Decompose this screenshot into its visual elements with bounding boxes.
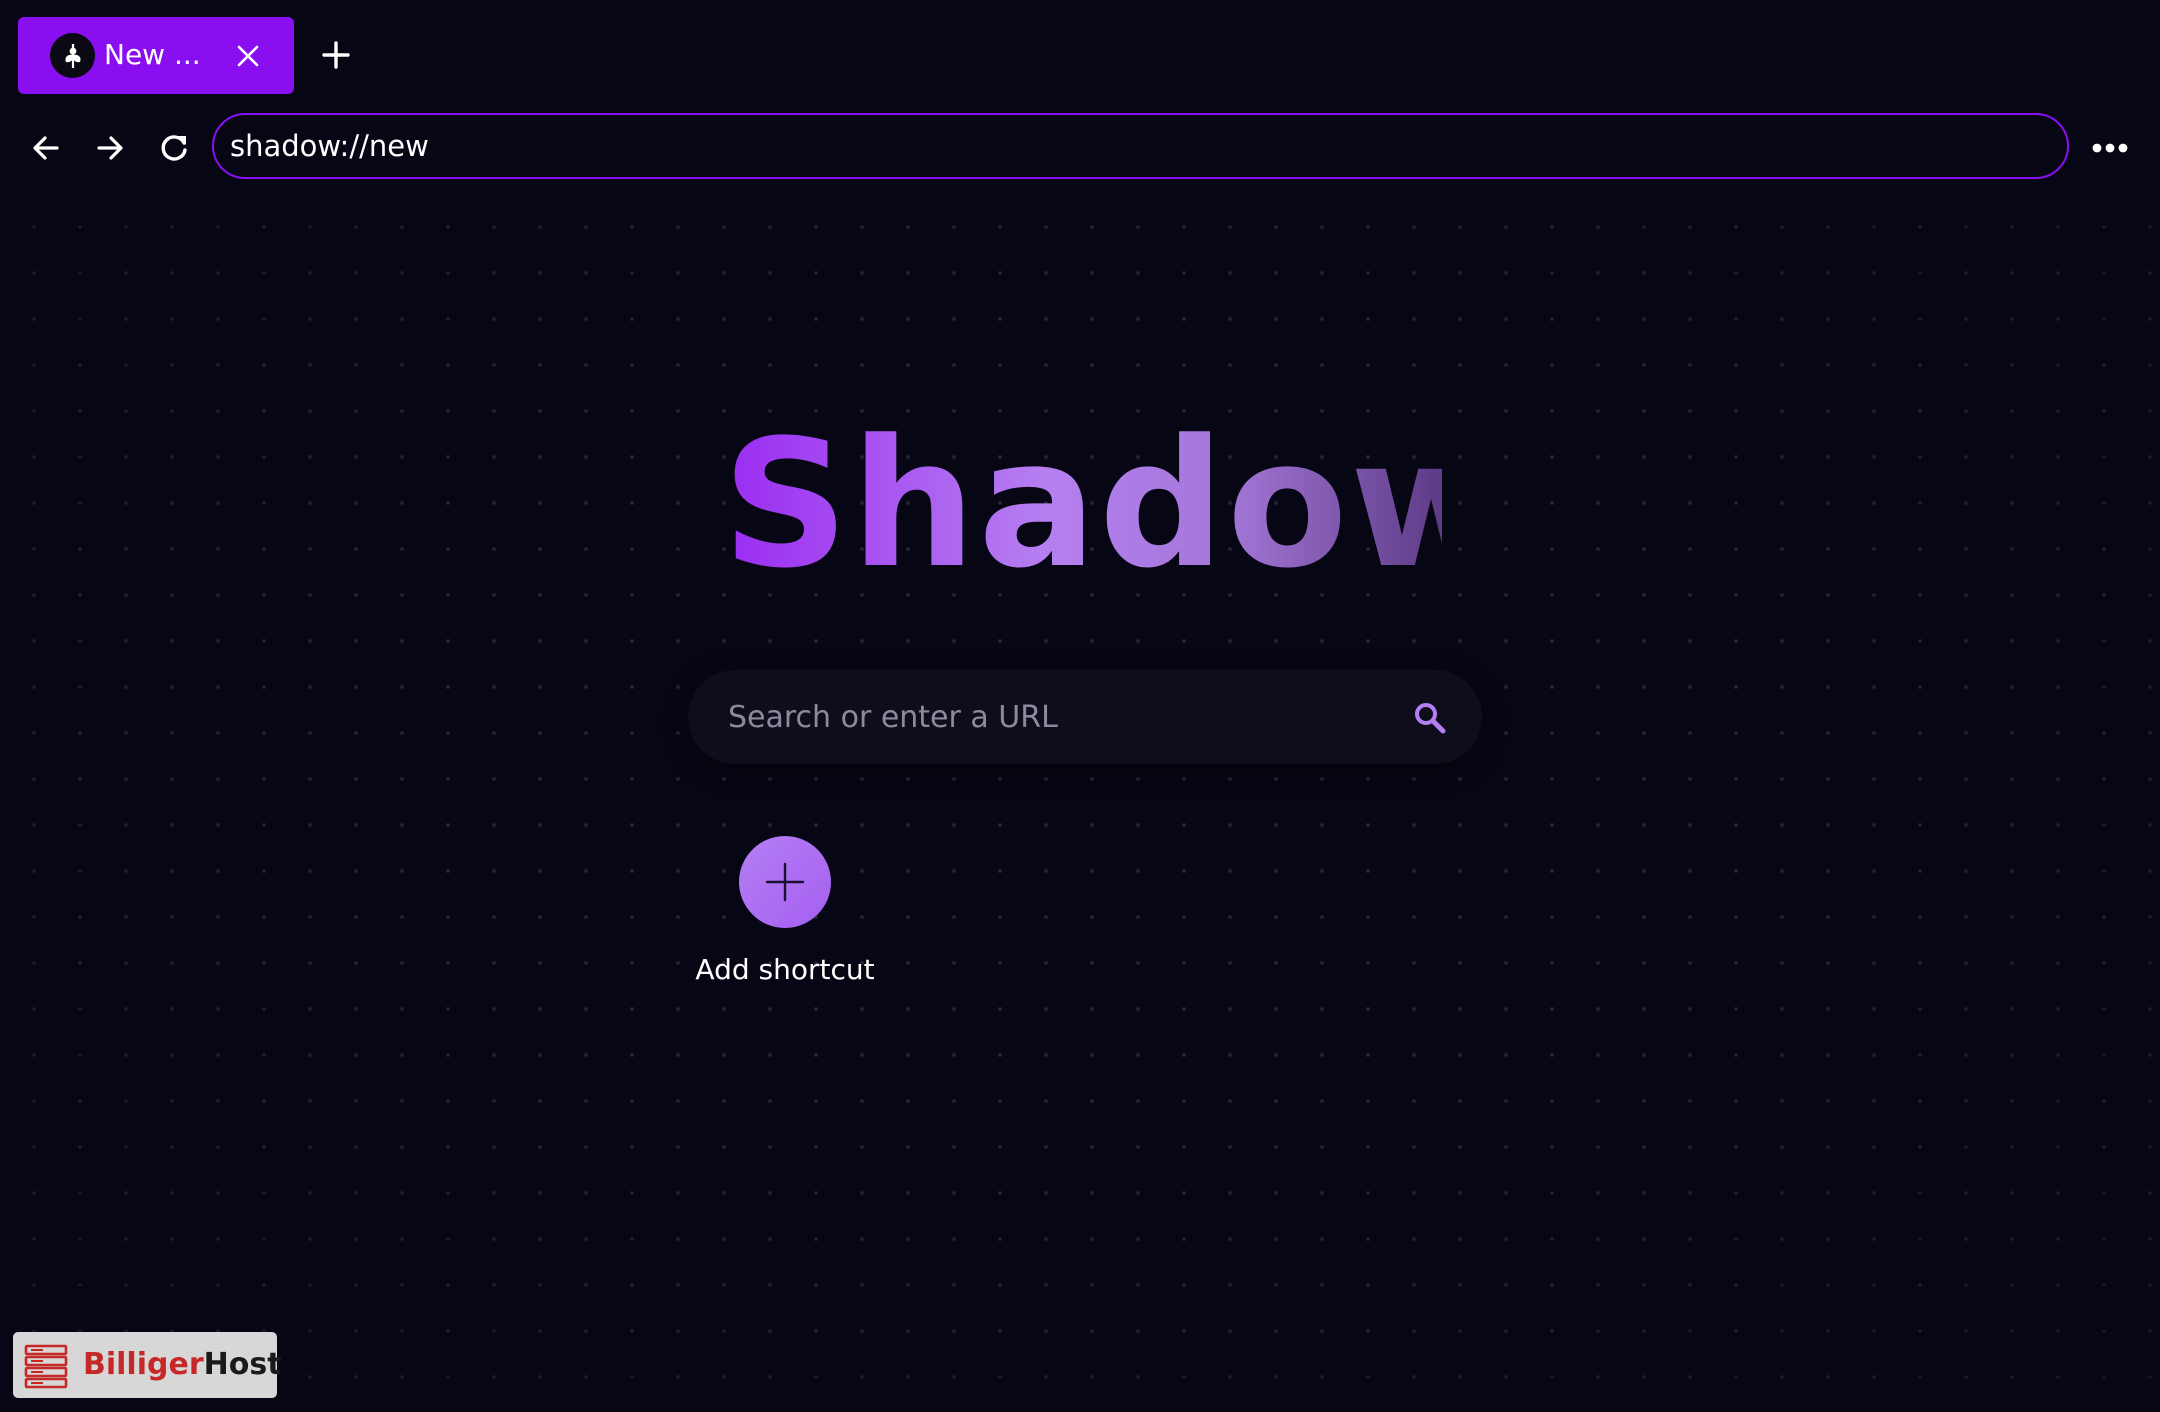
- tab-new[interactable]: New ...: [18, 17, 294, 94]
- shadow-logo-icon: [50, 33, 95, 78]
- logo-title: Shadow: [722, 402, 1515, 607]
- arrow-left-icon: [33, 136, 59, 160]
- address-bar[interactable]: [212, 113, 2069, 179]
- tab-title: New ...: [104, 38, 201, 71]
- billigerhost-badge: BilligerHost: [13, 1332, 282, 1398]
- tab-bar: New ...: [0, 0, 2160, 112]
- plus-icon: [322, 41, 350, 69]
- search-icon[interactable]: [1412, 700, 1448, 736]
- background-vignette: [0, 190, 2160, 1412]
- new-tab-page: Shadow Add shortcut: [0, 190, 2160, 1412]
- badge-brand-part2: Host: [203, 1347, 282, 1382]
- server-rack-icon: [23, 1342, 71, 1390]
- menu-button[interactable]: [2088, 128, 2132, 168]
- back-button[interactable]: [26, 128, 66, 168]
- close-icon[interactable]: [230, 38, 266, 74]
- reload-icon: [161, 135, 187, 161]
- toolbar: [0, 112, 2160, 182]
- badge-brand-part1: Billiger: [83, 1347, 204, 1382]
- arrow-right-icon: [97, 136, 123, 160]
- add-shortcut-label: Add shortcut: [695, 953, 875, 986]
- search-input[interactable]: [728, 694, 1388, 740]
- address-input[interactable]: [230, 125, 2030, 167]
- browser-window: New ... shadow://new Shadow Search or en…: [0, 0, 2160, 1412]
- forward-button[interactable]: [90, 128, 130, 168]
- badge-brand: BilligerHost: [83, 1346, 282, 1384]
- new-tab-button[interactable]: [314, 33, 358, 77]
- add-shortcut-button[interactable]: Add shortcut: [688, 836, 882, 1016]
- plus-icon: [765, 862, 805, 902]
- search-box[interactable]: [688, 670, 1482, 764]
- shortcut-circle[interactable]: [739, 836, 831, 928]
- reload-button[interactable]: [155, 128, 195, 168]
- more-horizontal-icon: [2092, 143, 2128, 153]
